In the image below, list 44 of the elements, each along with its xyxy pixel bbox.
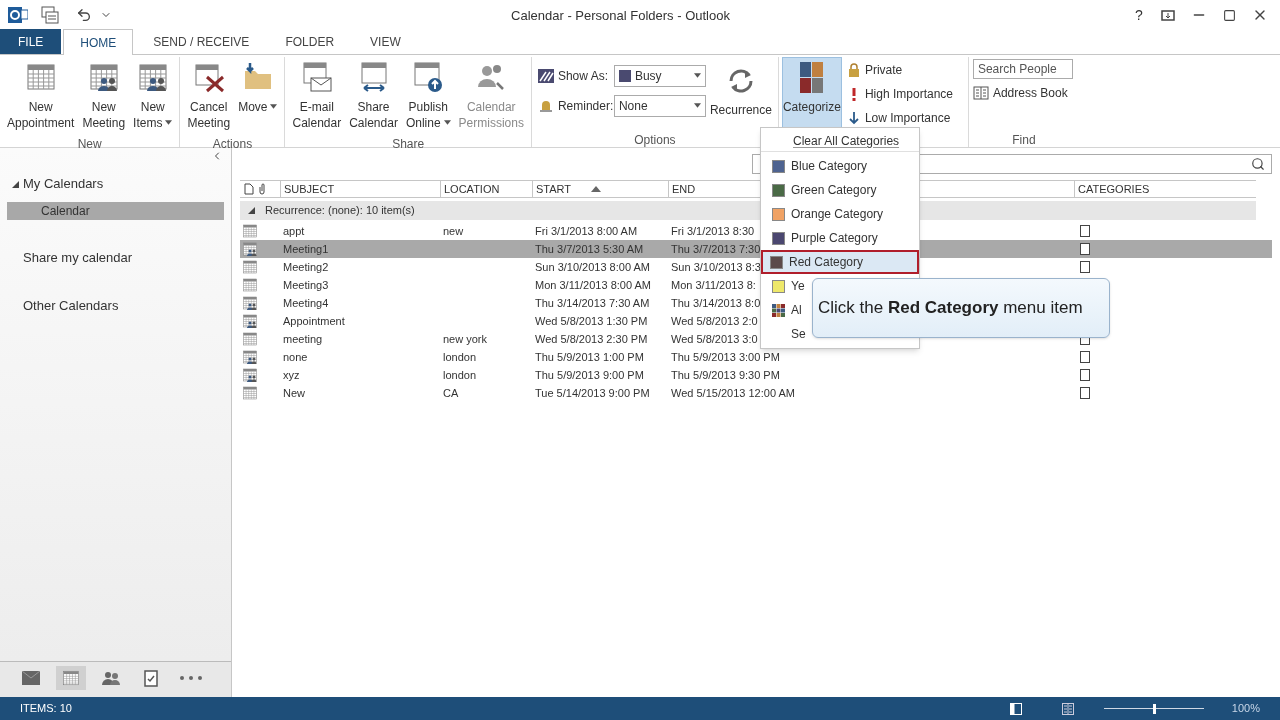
table-cell-text: Wed 5/8/2013 3:0 (670, 331, 758, 347)
table-cell-text: Thu 3/7/2013 5:30 AM (534, 241, 645, 257)
table-cell-text: Fri 3/1/2013 8:00 AM (534, 223, 639, 239)
table-cell-text: Thu 5/9/2013 9:30 PM (670, 367, 780, 383)
window-title: Calendar - Personal Folders - Outlook (511, 8, 730, 23)
group-label: Share (391, 137, 426, 151)
table-cell-text: Wed 5/8/2013 2:30 PM (534, 331, 649, 347)
table-cell-text: none (282, 349, 309, 365)
table-cell-text: Mon 3/11/2013 8:00 AM (534, 277, 652, 293)
table-cell-text: Tue 5/14/2013 9:00 PM (534, 385, 651, 401)
table-cell-text: meeting (282, 331, 324, 347)
table-cell-text: Wed 5/8/2013 1:30 PM (534, 313, 649, 329)
table-cell-text: Thu 3/14/2013 7:30 AM (534, 295, 651, 311)
table-cell-text: Sun 3/10/2013 8:00 AM (534, 259, 651, 275)
table-cell-text: xyz (282, 367, 301, 383)
table-cell-text: Thu 5/9/2013 3:00 PM (670, 349, 780, 365)
table-cell-text: Fri 3/1/2013 8:30 (670, 223, 755, 239)
group-label: Options (633, 133, 677, 147)
table-cell-text: Thu 5/9/2013 1:00 PM (534, 349, 645, 365)
tooltip: Click the Red Category menu item (812, 278, 1110, 338)
table-cell-text: New (282, 385, 306, 401)
table-cell-text: Meeting4 (282, 295, 330, 311)
group-label: New (76, 137, 103, 151)
table-cell-text: Meeting3 (282, 277, 330, 293)
table-cell-text: new (442, 223, 465, 239)
table-cell-text: CA (442, 385, 460, 401)
table-cell-text: london (442, 349, 478, 365)
group-label: Find (1011, 133, 1037, 147)
table-cell-text: Meeting1 (282, 241, 330, 257)
table-cell-text: Wed 5/8/2013 2:0 (670, 313, 758, 329)
table-cell-text: Appointment (282, 313, 346, 329)
table-cell-text: new york (442, 331, 489, 347)
group-label: Actions (211, 137, 254, 151)
table-cell-text: london (442, 367, 478, 383)
table-cell-text: Thu 3/7/2013 7:30 (670, 241, 761, 257)
table-cell-text: Meeting2 (282, 259, 330, 275)
table-cell-text: Mon 3/11/2013 8: (670, 277, 756, 293)
table-cell-text: Thu 3/14/2013 8:0 (670, 295, 761, 311)
table-cell-text: appt (282, 223, 306, 239)
table-cell-text: Sun 3/10/2013 8:3 (670, 259, 761, 275)
item-count: ITEMS: 10 (20, 701, 72, 717)
table-cell-text: Thu 5/9/2013 9:00 PM (534, 367, 645, 383)
table-cell-text: Wed 5/15/2013 12:00 AM (670, 385, 795, 401)
show-as-label: Show As: (557, 68, 609, 85)
